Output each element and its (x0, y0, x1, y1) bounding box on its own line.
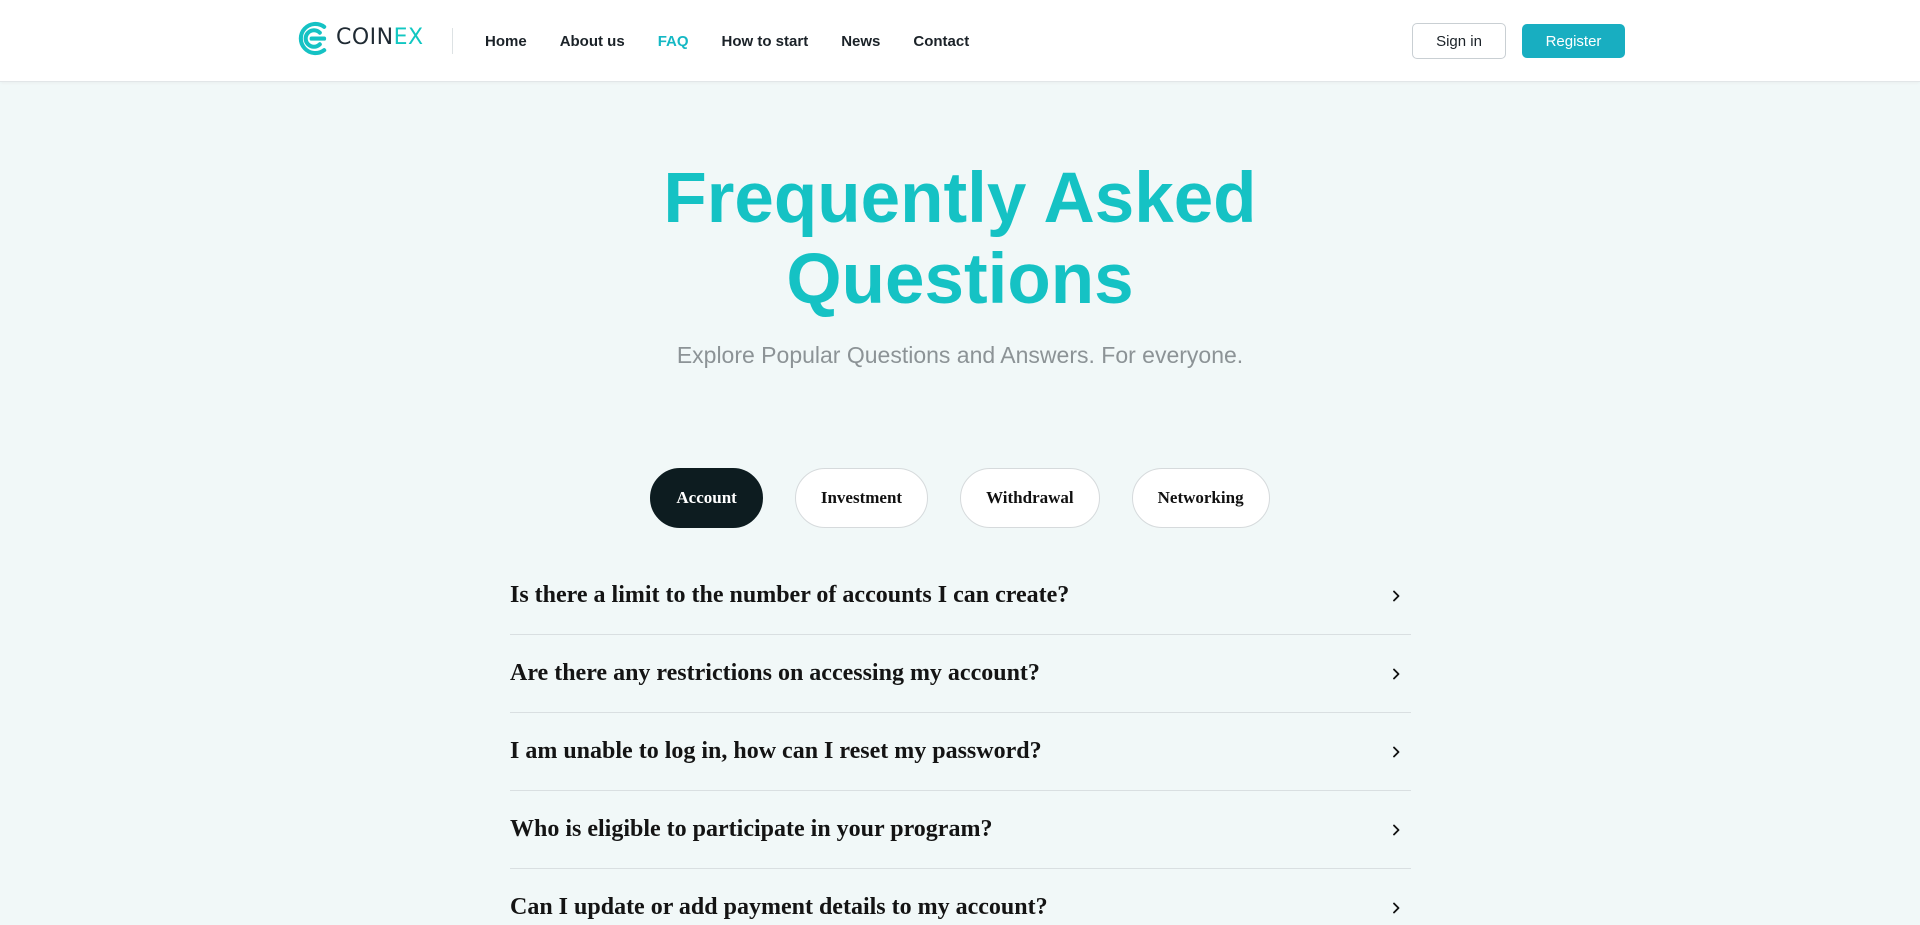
logo-wordmark-part2: EX (393, 25, 424, 50)
sign-in-button[interactable]: Sign in (1412, 23, 1506, 59)
logo-wordmark-part1: COIN (336, 25, 394, 50)
nav-faq[interactable]: FAQ (658, 33, 689, 50)
faq-question: Is there a limit to the number of accoun… (510, 582, 1070, 608)
faq-category-tabs: Account Investment Withdrawal Networking (0, 468, 1920, 528)
tab-account[interactable]: Account (650, 468, 763, 528)
nav-contact[interactable]: Contact (913, 33, 969, 50)
faq-question: Who is eligible to participate in your p… (510, 816, 993, 842)
faq-item[interactable]: Who is eligible to participate in your p… (510, 791, 1411, 869)
site-header: COINEX Home About us FAQ How to start Ne… (0, 0, 1920, 82)
chevron-right-icon (1393, 668, 1400, 679)
nav-how-to-start[interactable]: How to start (722, 33, 809, 50)
faq-question: I am unable to log in, how can I reset m… (510, 738, 1042, 764)
page-title-line1: Frequently Asked (663, 159, 1257, 238)
header-divider (452, 28, 453, 54)
faq-question: Are there any restrictions on accessing … (510, 660, 1040, 686)
logo-wordmark: COINEX (336, 27, 424, 49)
nav-home[interactable]: Home (485, 33, 527, 50)
main-nav: Home About us FAQ How to start News Cont… (485, 0, 1002, 82)
chevron-right-icon (1393, 746, 1400, 757)
faq-question: Can I update or add payment details to m… (510, 894, 1048, 920)
coinex-logo-icon (298, 21, 327, 55)
page-subtitle: Explore Popular Questions and Answers. F… (676, 342, 1244, 368)
faq-item[interactable]: Is there a limit to the number of accoun… (510, 557, 1411, 635)
faq-item[interactable]: Can I update or add payment details to m… (510, 869, 1411, 925)
chevron-right-icon (1393, 590, 1400, 601)
faq-item[interactable]: I am unable to log in, how can I reset m… (510, 713, 1411, 791)
faq-list: Is there a limit to the number of accoun… (510, 557, 1411, 925)
page-title-line2: Questions (786, 240, 1134, 319)
coinex-logo[interactable]: COINEX (295, 21, 424, 55)
chevron-right-icon (1393, 902, 1400, 913)
register-button[interactable]: Register (1522, 24, 1625, 58)
chevron-right-icon (1393, 824, 1400, 835)
tab-withdrawal[interactable]: Withdrawal (960, 468, 1100, 528)
nav-news[interactable]: News (841, 33, 880, 50)
tab-investment[interactable]: Investment (794, 468, 929, 528)
faq-item[interactable]: Are there any restrictions on accessing … (510, 635, 1411, 713)
page-title: Frequently Asked Questions (560, 158, 1360, 320)
tab-networking[interactable]: Networking (1131, 468, 1270, 528)
nav-about-us[interactable]: About us (560, 33, 625, 50)
